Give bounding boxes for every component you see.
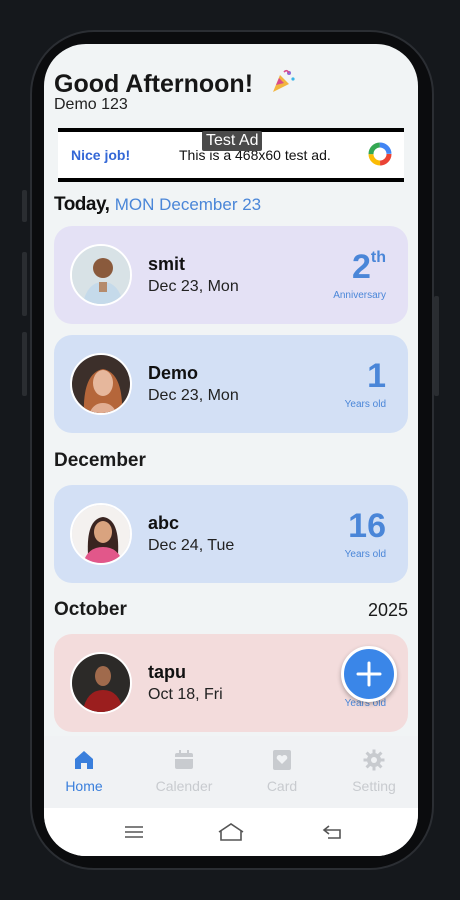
ad-logo-icon xyxy=(368,142,392,166)
event-caption: Years old xyxy=(344,549,386,560)
greeting-text: Good Afternoon! xyxy=(54,70,254,98)
today-date: MON December 23 xyxy=(114,195,262,214)
volume-up-button xyxy=(22,252,27,316)
event-card-abc[interactable]: abc Dec 24, Tue 16 Years old xyxy=(54,485,408,583)
section-year: 2025 xyxy=(367,600,408,620)
avatar xyxy=(70,353,132,415)
recent-apps-icon[interactable] xyxy=(124,824,144,840)
side-button xyxy=(22,190,27,222)
bottom-nav: Home Calender Card Setting xyxy=(44,736,418,808)
section-title-december: December xyxy=(54,450,146,471)
today-heading: Today, MON December 23 xyxy=(54,194,261,216)
test-ad-label: Test Ad xyxy=(202,131,263,151)
person-name: abc xyxy=(148,513,180,533)
event-card-demo[interactable]: Demo Dec 23, Mon 1 Years old xyxy=(54,335,408,433)
event-date: Dec 24, Tue xyxy=(148,537,235,554)
system-navigation-bar xyxy=(44,808,418,856)
event-date: Dec 23, Mon xyxy=(148,387,239,404)
nav-setting[interactable]: Setting xyxy=(334,748,414,794)
ad-left-text: Nice job! xyxy=(71,147,131,163)
volume-down-button xyxy=(22,332,27,396)
nav-setting-label: Setting xyxy=(352,778,396,794)
back-icon[interactable] xyxy=(322,823,344,841)
nav-calender[interactable]: Calender xyxy=(144,748,224,794)
gear-icon xyxy=(363,749,385,771)
add-event-button[interactable] xyxy=(341,646,397,702)
nav-home-label: Home xyxy=(65,778,103,794)
event-number: 16 xyxy=(348,507,386,545)
app-screen: Good Afternoon! Demo 123 Nice job! This … xyxy=(44,44,418,856)
event-caption: Anniversary xyxy=(333,290,386,301)
greeting-title: Good Afternoon! xyxy=(54,66,296,99)
plus-icon xyxy=(356,661,382,687)
nav-card-label: Card xyxy=(266,778,298,794)
home-system-icon[interactable] xyxy=(217,822,245,842)
today-label: Today, xyxy=(54,194,110,215)
party-popper-icon xyxy=(270,68,296,94)
person-name: smit xyxy=(148,254,186,274)
avatar xyxy=(70,503,132,565)
nav-home[interactable]: Home xyxy=(44,748,124,794)
event-card-smit[interactable]: smit Dec 23, Mon 2th Anniversary xyxy=(54,226,408,324)
event-date: Dec 23, Mon xyxy=(148,278,239,295)
person-name: Demo xyxy=(148,363,199,383)
event-date: Oct 18, Fri xyxy=(148,686,223,703)
avatar xyxy=(70,244,132,306)
user-name: Demo 123 xyxy=(54,96,128,113)
section-title-october: October xyxy=(54,599,127,620)
event-number: 1 xyxy=(367,357,386,395)
calendar-icon xyxy=(175,750,193,769)
nav-calender-label: Calender xyxy=(155,778,213,794)
event-caption: Years old xyxy=(344,399,386,410)
nav-card[interactable]: Card xyxy=(242,748,322,794)
event-number: 2th xyxy=(351,248,386,286)
person-name: tapu xyxy=(148,662,186,682)
greeting-card-icon xyxy=(273,750,291,770)
avatar xyxy=(70,652,132,714)
home-icon xyxy=(75,751,93,769)
ordinal-suffix: th xyxy=(370,248,386,266)
power-button xyxy=(434,296,439,396)
